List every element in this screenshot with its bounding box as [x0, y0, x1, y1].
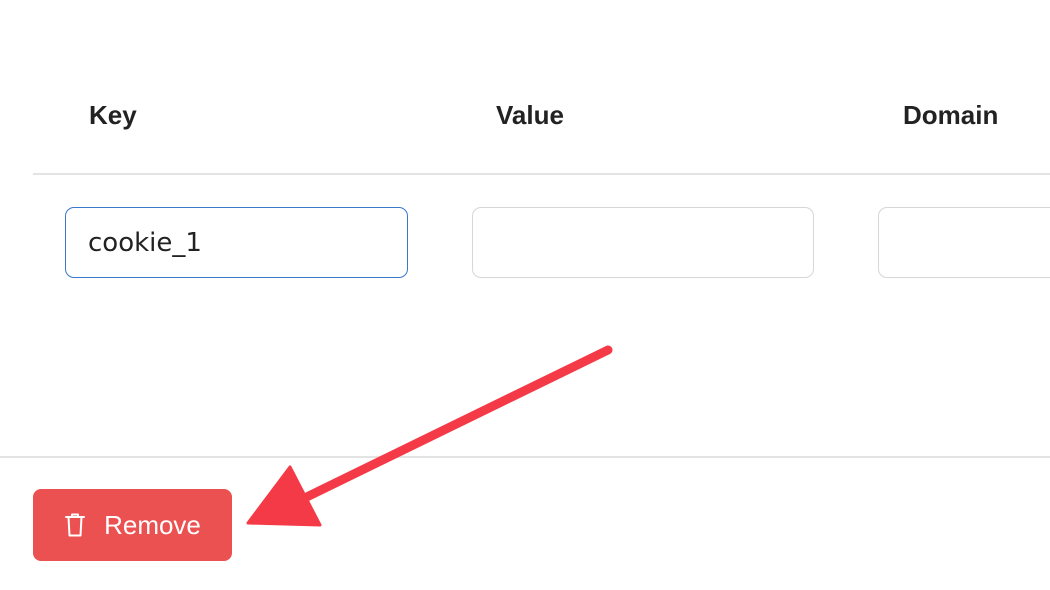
remove-button-label: Remove	[104, 509, 201, 540]
header-divider	[33, 173, 1050, 175]
column-header-key: Key	[89, 100, 137, 130]
remove-button[interactable]: Remove	[33, 489, 232, 561]
trash-icon	[64, 512, 86, 538]
domain-input[interactable]	[878, 207, 1050, 278]
footer-divider	[0, 456, 1050, 458]
value-input[interactable]	[472, 207, 814, 278]
column-header-value: Value	[496, 100, 564, 130]
key-input[interactable]	[65, 207, 408, 278]
cookie-editor-panel: Key Value Domain Remove	[0, 0, 1050, 590]
column-header-domain: Domain	[903, 100, 999, 130]
